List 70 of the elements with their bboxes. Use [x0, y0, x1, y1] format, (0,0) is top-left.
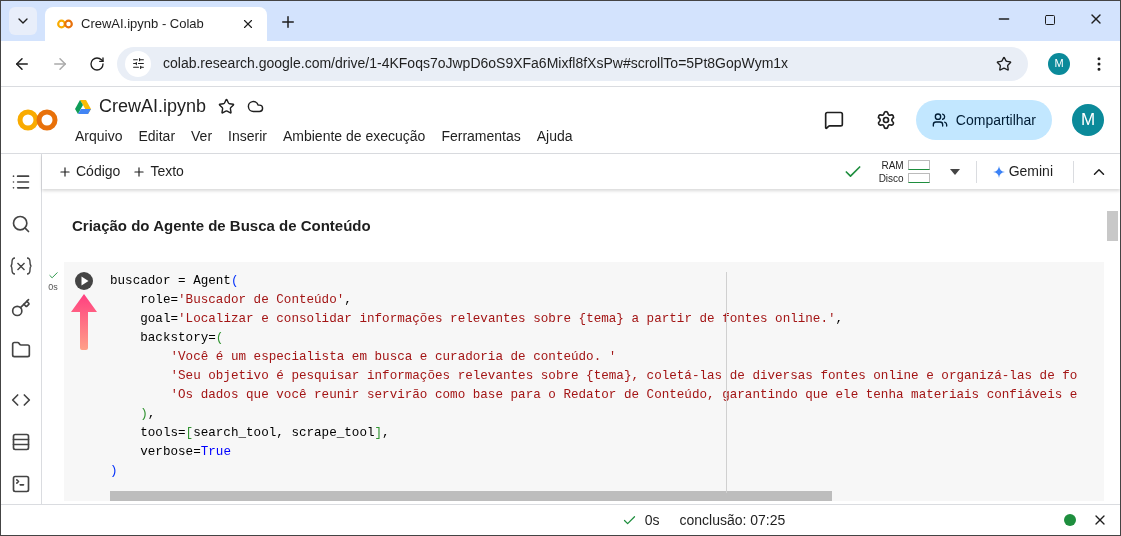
code-line: 'Você é um especialista em busca e curadoria de conteúdo. ': [169, 348, 617, 366]
reload-icon[interactable]: [89, 55, 105, 72]
comment-icon[interactable]: [823, 110, 844, 130]
key-icon[interactable]: [11, 298, 31, 318]
maximize-icon[interactable]: [1044, 14, 1056, 26]
cloud-icon: [247, 98, 265, 115]
menu-item[interactable]: Inserir: [228, 126, 267, 147]
code-line: ),: [139, 405, 156, 423]
section-heading: Criação do Agente de Busca de Conteúdo: [72, 216, 372, 236]
pointer-arrow: [71, 293, 97, 350]
terminal-icon[interactable]: [11, 474, 31, 494]
ram-meter-icon: [907, 160, 930, 170]
code-line: 'Seu objetivo é pesquisar informações relevantes sobre {tema}, coletá-las de diversas fontes online e organizá-las de fo: [169, 367, 1078, 385]
account-avatar[interactable]: M: [1072, 104, 1104, 136]
disk-label: Disco: [878, 171, 904, 185]
star-icon[interactable]: [996, 55, 1012, 72]
vertical-scrollbar[interactable]: [1106, 211, 1118, 241]
menu-item[interactable]: Ajuda: [536, 126, 573, 147]
code-line: role='Buscador de Conteúdo',: [139, 291, 352, 309]
command-palette-icon[interactable]: [11, 432, 31, 452]
logo-icon: [17, 108, 59, 132]
code-cell[interactable]: [64, 261, 1104, 501]
execution-time: 0s: [48, 280, 58, 294]
tab-title: CrewAI.ipynb - Colab: [81, 15, 205, 34]
run-button[interactable]: [74, 270, 94, 291]
menu-item[interactable]: Editar: [138, 126, 176, 147]
profile-avatar[interactable]: M: [1048, 52, 1070, 75]
check-icon: [47, 269, 59, 281]
browser-tab[interactable]: CrewAI.ipynb - Colab: [45, 7, 267, 41]
add-cell-button[interactable]: Código: [58, 161, 121, 182]
horizontal-scrollbar[interactable]: [110, 490, 832, 501]
menu-item[interactable]: Ambiente de execução: [282, 126, 426, 147]
code-line: goal='Localizar e consolidar informações relevantes sobre {tema} a partir de fontes online.',: [139, 310, 844, 328]
share-button[interactable]: Compartilhar: [915, 100, 1052, 140]
plus-icon: [58, 164, 72, 179]
gemini-button[interactable]: Gemini: [992, 161, 1053, 182]
caret-icon[interactable]: [949, 168, 960, 175]
menu-item[interactable]: Ferramentas: [441, 126, 521, 147]
code-line: verbose=True: [139, 443, 231, 461]
star-icon[interactable]: [218, 98, 236, 115]
tab-search-button[interactable]: [9, 7, 37, 35]
status-completed: conclusão: 07:25: [679, 510, 786, 530]
table-of-contents-icon[interactable]: [11, 172, 31, 192]
sparkle-icon: [992, 165, 1005, 178]
disk-meter-icon: [907, 173, 930, 183]
folder-icon[interactable]: [11, 340, 31, 360]
status-time: 0s: [644, 510, 660, 530]
add-cell-button[interactable]: Texto: [132, 161, 184, 182]
notebook-title[interactable]: CrewAI.ipynb: [99, 93, 207, 120]
logo-icon: [57, 19, 73, 29]
settings-icon[interactable]: [875, 110, 896, 130]
menu-item[interactable]: Ver: [191, 126, 213, 147]
close-icon[interactable]: [241, 17, 255, 31]
code-line: 'Os dados que você reunir servirão como base para o Redator de Conteúdo, garantindo que ele tenha materiais confiáveis e: [169, 386, 1078, 404]
code-line: backstory=(: [139, 329, 224, 347]
url-text: colab.research.google.com/drive/1-4KFoqs7oJwpD6oS9XFa6Mixfl8fXsPw#scrollTo=5Pt8GopWym1x: [163, 54, 790, 73]
connection-status-icon: [1064, 514, 1076, 526]
drive-icon: [75, 99, 91, 114]
menu-item[interactable]: Arquivo: [75, 126, 123, 147]
variables-icon[interactable]: [10, 256, 32, 276]
site-settings-icon[interactable]: [125, 50, 151, 77]
address-field[interactable]: colab.research.google.com/drive/1-4KFoqs7oJwpD6oS9XFa6Mixfl8fXsPw#scrollTo=5Pt8GopWym1x: [117, 46, 1028, 81]
people-icon: [931, 112, 948, 128]
code-line: tools=[search_tool, scrape_tool],: [139, 424, 390, 442]
ram-label: RAM: [881, 158, 904, 172]
new-tab-icon[interactable]: [279, 13, 297, 31]
search-icon[interactable]: [11, 214, 31, 234]
code-line: buscador = Agent(: [110, 272, 239, 290]
plus-icon: [132, 164, 147, 179]
code-line: ): [110, 462, 118, 480]
